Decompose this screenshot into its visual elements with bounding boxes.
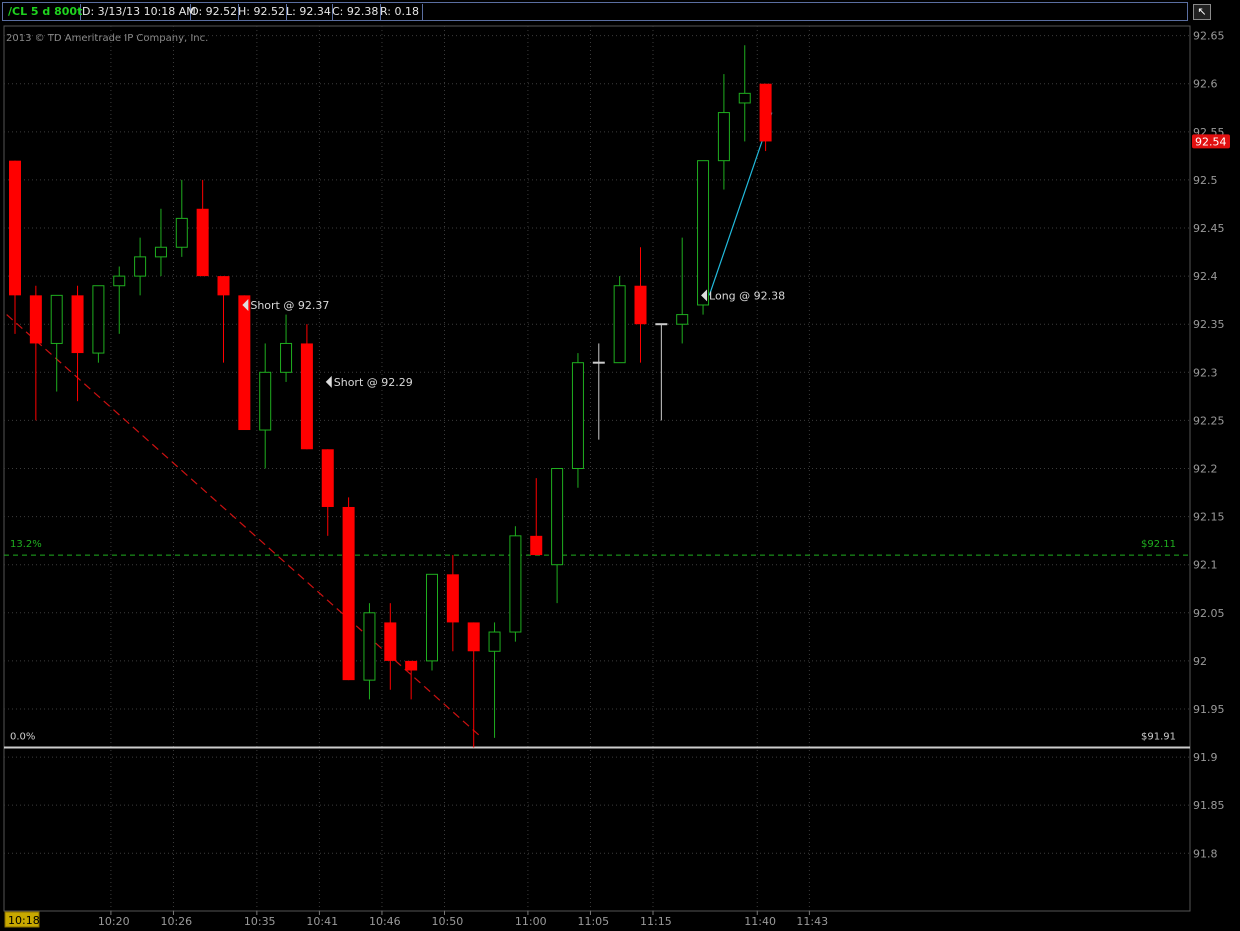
candle-body [509, 535, 522, 633]
candle-body [321, 449, 334, 507]
y-tick-label: 92.6 [1193, 78, 1218, 91]
candle-body [280, 342, 293, 373]
candle-body [259, 371, 272, 431]
x-tick-label: 11:40 [744, 915, 776, 928]
fib-level-value: $91.91 [1141, 731, 1176, 742]
candle-body [217, 276, 230, 296]
candle-body [405, 660, 418, 671]
candle-body [175, 217, 188, 248]
x-tick-label: 11:05 [577, 915, 609, 928]
y-tick-label: 92.3 [1193, 366, 1218, 379]
candlestick-chart[interactable]: 92.6592.692.5592.592.4592.492.3592.392.2… [0, 0, 1240, 931]
candle-body [29, 295, 42, 344]
candle-body [697, 160, 710, 306]
y-tick-label: 92.5 [1193, 174, 1218, 187]
candle-body [613, 285, 626, 364]
y-tick-label: 91.8 [1193, 847, 1218, 860]
candle-body [530, 535, 543, 556]
y-tick-label: 92.35 [1193, 318, 1225, 331]
y-tick-label: 92.45 [1193, 222, 1225, 235]
candle-body [759, 83, 772, 142]
y-tick-label: 92.05 [1193, 607, 1225, 620]
y-tick-label: 92.1 [1193, 559, 1218, 572]
candle-body [238, 295, 251, 431]
candle-body [134, 256, 147, 277]
trade-annotation: Long @ 92.38 [709, 289, 785, 302]
y-tick-label: 92.65 [1193, 30, 1225, 43]
candle-body [196, 208, 209, 277]
candle-body [676, 314, 689, 325]
candle-body [446, 574, 459, 623]
candle-body [363, 612, 376, 681]
candle-body [300, 343, 313, 450]
x-tick-label: 11:15 [640, 915, 672, 928]
y-tick-label: 92.4 [1193, 270, 1218, 283]
candle-body [92, 285, 105, 354]
last-price-label: 92.54 [1195, 135, 1227, 148]
x-tick-label: 10:50 [432, 915, 464, 928]
candle-body [342, 506, 355, 681]
x-tick-label: 10:20 [98, 915, 130, 928]
trade-annotation: Short @ 92.29 [334, 376, 413, 389]
y-tick-label: 91.85 [1193, 799, 1225, 812]
candle-body [50, 294, 63, 344]
copyright-text: 2013 © TD Ameritrade IP Company, Inc. [6, 33, 208, 44]
y-tick-label: 92 [1193, 655, 1207, 668]
y-tick-label: 91.9 [1193, 751, 1218, 764]
y-tick-label: 92.2 [1193, 463, 1218, 476]
x-tick-label: 10:41 [306, 915, 338, 928]
candle-body [738, 92, 751, 104]
candle-body [488, 631, 501, 652]
candle-body [634, 285, 647, 325]
x-tick-label: 10:26 [160, 915, 192, 928]
candle-body [571, 362, 584, 469]
candle-body [384, 622, 397, 661]
x-tick-label: 11:43 [796, 915, 828, 928]
x-tick-label: 10:46 [369, 915, 401, 928]
candle-body [113, 275, 126, 287]
x-tick-label: 10:35 [244, 915, 276, 928]
y-tick-label: 91.95 [1193, 703, 1225, 716]
y-tick-label: 92.25 [1193, 414, 1225, 427]
candle-body [551, 468, 564, 566]
fib-level-pct: 13.2% [10, 539, 42, 550]
fib-level-value: $92.11 [1141, 539, 1176, 550]
candle-body [9, 160, 21, 296]
trade-annotation: Short @ 92.37 [250, 299, 329, 312]
x-tick-label: 11:00 [515, 915, 547, 928]
candle-body [154, 246, 167, 258]
y-tick-label: 92.15 [1193, 511, 1225, 524]
fib-level-pct: 0.0% [10, 731, 35, 742]
candle-body [71, 295, 84, 354]
candle-body [426, 573, 438, 662]
candle-body [467, 622, 480, 652]
candle-body [717, 112, 730, 162]
x-tick-label: 10:18 [8, 914, 40, 927]
